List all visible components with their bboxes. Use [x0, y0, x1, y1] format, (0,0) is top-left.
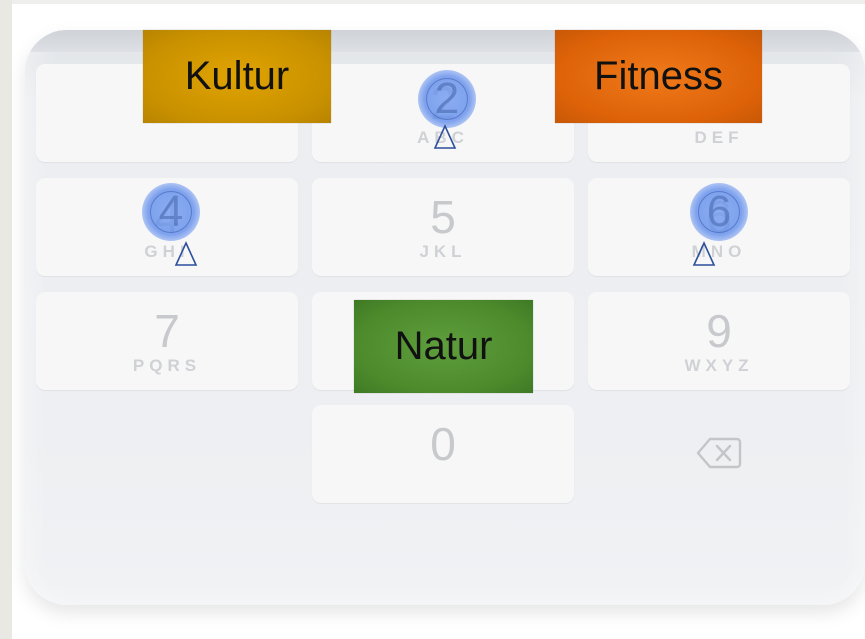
touch-digit: 6 [706, 187, 732, 236]
touch-digit: 4 [158, 187, 184, 236]
pointer-triangle-icon [692, 241, 716, 266]
key-letters: WXYZ [684, 356, 754, 375]
key-digit: 9 [706, 305, 732, 357]
key-letters: GHI [144, 242, 190, 261]
pointer-triangle-icon [433, 124, 457, 149]
key-digit: 0 [430, 418, 456, 470]
kultur-label: Kultur [143, 30, 331, 123]
delete-button[interactable] [588, 405, 850, 503]
touch-indicator-4: 4 [142, 183, 200, 241]
key-5[interactable]: 5 JKL [312, 178, 574, 276]
key-letters: JKL [419, 242, 467, 261]
natur-label: Natur [354, 300, 533, 393]
key-letters: PQRS [132, 356, 202, 375]
fitness-label: Fitness [555, 30, 762, 123]
left-margin-strip [0, 0, 12, 639]
key-digit: 5 [430, 191, 456, 243]
backspace-icon [696, 437, 742, 469]
touch-indicator-6: 6 [690, 183, 748, 241]
touch-indicator-2: 2 [418, 70, 476, 128]
pointer-triangle-icon [174, 241, 198, 266]
key-9[interactable]: 9 WXYZ [588, 292, 850, 390]
key-letters: DEF [694, 128, 744, 147]
top-margin-strip [12, 0, 865, 4]
key-digit: 7 [154, 305, 180, 357]
key-0[interactable]: 0 [312, 405, 574, 503]
key-letters: MNO [691, 242, 747, 261]
key-7[interactable]: 7 PQRS [36, 292, 298, 390]
touch-digit: 2 [434, 74, 460, 123]
